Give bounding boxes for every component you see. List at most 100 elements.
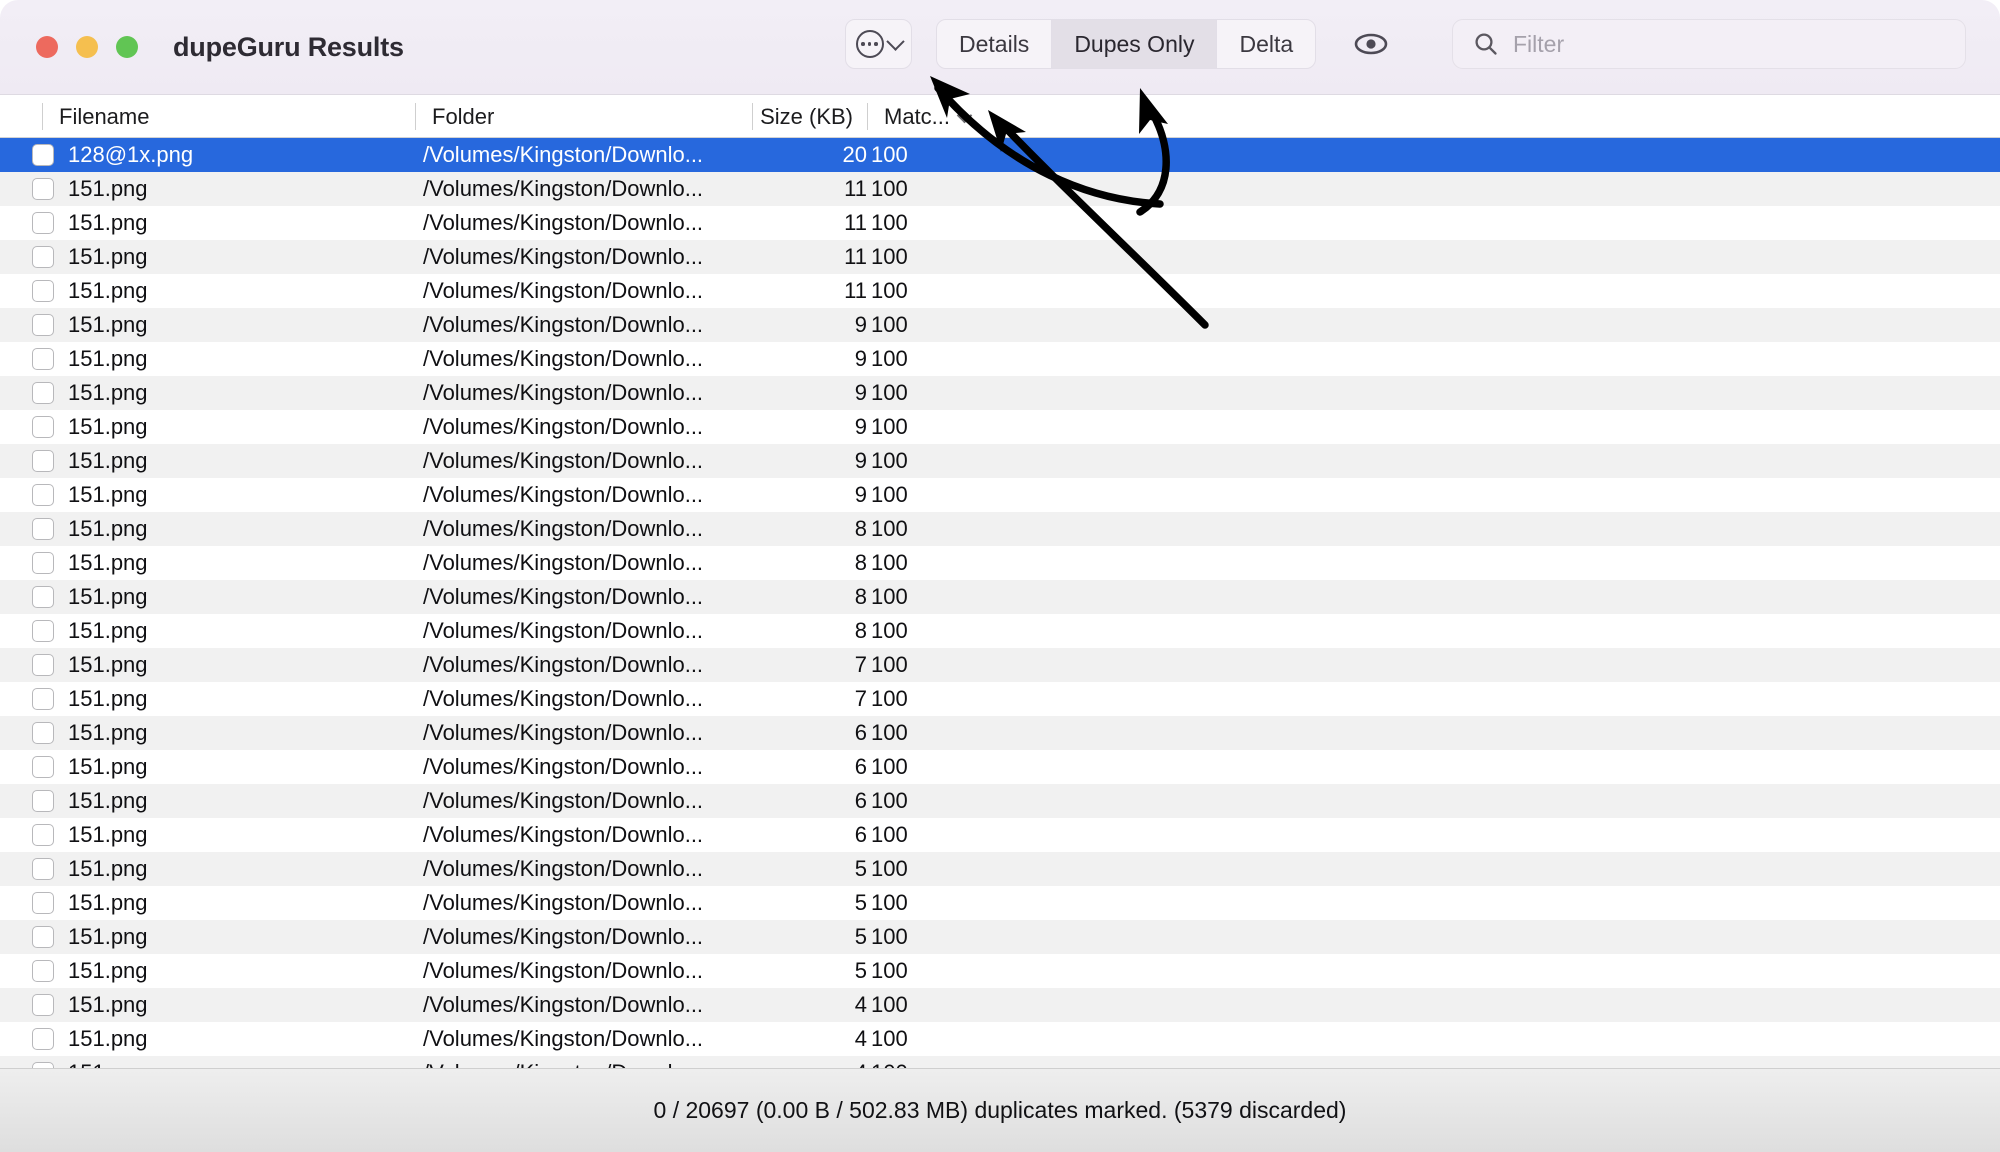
column-header-match[interactable]: Matc... — [867, 95, 992, 138]
row-checkbox[interactable] — [32, 546, 72, 580]
minimize-window-button[interactable] — [76, 36, 98, 58]
checkbox-icon[interactable] — [32, 280, 54, 302]
table-row[interactable]: 151.png/Volumes/Kingston/Downlo... 11 100 — [0, 206, 2000, 240]
table-row[interactable]: 151.png/Volumes/Kingston/Downlo... 7 100 — [0, 648, 2000, 682]
checkbox-icon[interactable] — [32, 620, 54, 642]
row-checkbox[interactable] — [32, 580, 72, 614]
close-window-button[interactable] — [36, 36, 58, 58]
row-checkbox[interactable] — [32, 478, 72, 512]
checkbox-icon[interactable] — [32, 348, 54, 370]
row-checkbox[interactable] — [32, 206, 72, 240]
maximize-window-button[interactable] — [116, 36, 138, 58]
checkbox-icon[interactable] — [32, 654, 54, 676]
table-row[interactable]: 151.png/Volumes/Kingston/Downlo... 8 100 — [0, 580, 2000, 614]
table-row[interactable]: 151.png/Volumes/Kingston/Downlo... 8 100 — [0, 614, 2000, 648]
row-checkbox[interactable] — [32, 1022, 72, 1056]
row-checkbox[interactable] — [32, 410, 72, 444]
row-checkbox[interactable] — [32, 376, 72, 410]
view-mode-segmented-control[interactable]: Details Dupes Only Delta — [936, 19, 1317, 69]
checkbox-icon[interactable] — [32, 688, 54, 710]
checkbox-icon[interactable] — [32, 382, 54, 404]
checkbox-icon[interactable] — [32, 756, 54, 778]
table-row[interactable]: 151.png/Volumes/Kingston/Downlo... 5 100 — [0, 920, 2000, 954]
row-checkbox[interactable] — [32, 716, 72, 750]
checkbox-icon[interactable] — [32, 416, 54, 438]
table-row[interactable]: 151.png/Volumes/Kingston/Downlo... 11 100 — [0, 172, 2000, 206]
table-row[interactable]: 151.png/Volumes/Kingston/Downlo... 11 100 — [0, 274, 2000, 308]
table-row[interactable]: 151.png/Volumes/Kingston/Downlo...4100 — [0, 1056, 2000, 1068]
row-checkbox[interactable] — [32, 614, 72, 648]
table-row[interactable]: 151.png/Volumes/Kingston/Downlo... 5 100 — [0, 954, 2000, 988]
page-title: dupeGuru Results — [173, 31, 404, 62]
row-checkbox[interactable] — [32, 920, 72, 954]
row-checkbox[interactable] — [32, 682, 72, 716]
table-row[interactable]: 151.png/Volumes/Kingston/Downlo... 8 100 — [0, 546, 2000, 580]
preview-toggle-button[interactable] — [1344, 19, 1398, 69]
table-row[interactable]: 151.png/Volumes/Kingston/Downlo... 9 100 — [0, 308, 2000, 342]
checkbox-icon[interactable] — [32, 144, 54, 166]
table-row[interactable]: 151.png/Volumes/Kingston/Downlo... 6 100 — [0, 784, 2000, 818]
row-checkbox[interactable] — [32, 988, 72, 1022]
column-header-folder[interactable]: Folder — [415, 95, 752, 138]
table-row[interactable]: 151.png/Volumes/Kingston/Downlo... 6 100 — [0, 750, 2000, 784]
checkbox-icon[interactable] — [32, 790, 54, 812]
row-checkbox[interactable] — [32, 444, 72, 478]
row-checkbox[interactable] — [32, 648, 72, 682]
row-checkbox[interactable] — [32, 954, 72, 988]
action-menu-button[interactable] — [845, 19, 912, 69]
checkbox-icon[interactable] — [32, 586, 54, 608]
table-row[interactable]: 128@1x.png/Volumes/Kingston/Downlo... 20 1… — [0, 138, 2000, 172]
row-checkbox[interactable] — [32, 1056, 72, 1068]
row-checkbox[interactable] — [32, 852, 72, 886]
table-row[interactable]: 151.png/Volumes/Kingston/Downlo... 9 100 — [0, 376, 2000, 410]
checkbox-icon[interactable] — [32, 926, 54, 948]
checkbox-icon[interactable] — [32, 518, 54, 540]
table-row[interactable]: 151.png/Volumes/Kingston/Downlo... 6 100 — [0, 818, 2000, 852]
table-row[interactable]: 151.png/Volumes/Kingston/Downlo...4100 — [0, 1022, 2000, 1056]
row-checkbox[interactable] — [32, 512, 72, 546]
tab-details[interactable]: Details — [937, 20, 1053, 68]
row-checkbox[interactable] — [32, 240, 72, 274]
tab-delta[interactable]: Delta — [1217, 20, 1315, 68]
checkbox-icon[interactable] — [32, 212, 54, 234]
search-input[interactable]: Filter — [1452, 19, 1966, 69]
checkbox-icon[interactable] — [32, 824, 54, 846]
row-checkbox[interactable] — [32, 818, 72, 852]
row-checkbox[interactable] — [32, 172, 72, 206]
row-checkbox[interactable] — [32, 274, 72, 308]
table-row[interactable]: 151.png/Volumes/Kingston/Downlo... 8 100 — [0, 512, 2000, 546]
table-row[interactable]: 151.png/Volumes/Kingston/Downlo... 5 100 — [0, 852, 2000, 886]
row-checkbox[interactable] — [32, 750, 72, 784]
results-table[interactable]: 128@1x.png/Volumes/Kingston/Downlo... 20 1… — [0, 138, 2000, 1068]
chevron-down-icon[interactable] — [956, 107, 973, 124]
checkbox-icon[interactable] — [32, 1028, 54, 1050]
row-checkbox[interactable] — [32, 138, 72, 172]
checkbox-icon[interactable] — [32, 314, 54, 336]
column-header-filename[interactable]: Filename — [42, 95, 415, 138]
checkbox-icon[interactable] — [32, 484, 54, 506]
row-checkbox[interactable] — [32, 308, 72, 342]
checkbox-icon[interactable] — [32, 994, 54, 1016]
table-row[interactable]: 151.png/Volumes/Kingston/Downlo... 9 100 — [0, 478, 2000, 512]
checkbox-icon[interactable] — [32, 450, 54, 472]
checkbox-icon[interactable] — [32, 892, 54, 914]
row-checkbox[interactable] — [32, 342, 72, 376]
table-row[interactable]: 151.png/Volumes/Kingston/Downlo... 9 100 — [0, 444, 2000, 478]
table-row[interactable]: 151.png/Volumes/Kingston/Downlo... 6 100 — [0, 716, 2000, 750]
checkbox-icon[interactable] — [32, 552, 54, 574]
checkbox-icon[interactable] — [32, 858, 54, 880]
table-row[interactable]: 151.png/Volumes/Kingston/Downlo...4100 — [0, 988, 2000, 1022]
tab-dupes-only[interactable]: Dupes Only — [1052, 20, 1218, 68]
table-row[interactable]: 151.png/Volumes/Kingston/Downlo... 7 100 — [0, 682, 2000, 716]
row-checkbox[interactable] — [32, 886, 72, 920]
row-checkbox[interactable] — [32, 784, 72, 818]
checkbox-icon[interactable] — [32, 722, 54, 744]
checkbox-icon[interactable] — [32, 178, 54, 200]
table-row[interactable]: 151.png/Volumes/Kingston/Downlo... 5 100 — [0, 886, 2000, 920]
table-row[interactable]: 151.png/Volumes/Kingston/Downlo... 9 100 — [0, 342, 2000, 376]
checkbox-icon[interactable] — [32, 246, 54, 268]
column-header-size[interactable]: Size (KB) — [752, 95, 867, 138]
table-row[interactable]: 151.png/Volumes/Kingston/Downlo... 11 100 — [0, 240, 2000, 274]
checkbox-icon[interactable] — [32, 960, 54, 982]
table-row[interactable]: 151.png/Volumes/Kingston/Downlo... 9 100 — [0, 410, 2000, 444]
